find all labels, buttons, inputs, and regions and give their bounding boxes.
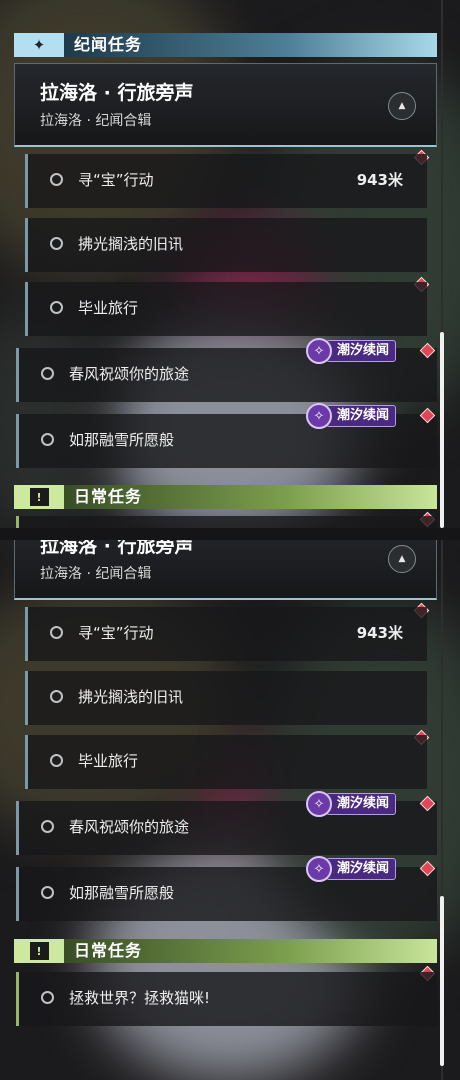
chapter-subtitle: 拉海洛 · 纪闻合辑 [40, 113, 152, 129]
status-circle-icon [50, 754, 63, 767]
status-circle-icon [50, 237, 63, 250]
quest-item-q3[interactable]: 毕业旅行 [25, 735, 427, 789]
quest-name: 拂光搁浅的旧讯 [78, 688, 184, 706]
tide-badge: ✧ 潮汐续闻 [306, 856, 404, 882]
tide-badge: ✧ 潮汐续闻 [306, 403, 404, 429]
status-circle-icon [41, 367, 54, 380]
quest-name: 寻“宝”行动 [78, 171, 154, 189]
status-circle-icon [50, 301, 63, 314]
daily-quest-item-d1[interactable]: 拯救世界？拯救猫咪! [16, 972, 437, 1026]
quest-name: 春风祝颂你的旅途 [69, 365, 190, 383]
daily-quest-item-d1[interactable] [16, 516, 437, 528]
status-circle-icon [41, 886, 54, 899]
exclamation-icon: ! [14, 485, 64, 509]
chapter-card[interactable]: 拉海洛 · 行旅旁声 拉海洛 · 纪闻合辑 ▲ [14, 63, 437, 147]
tide-badge: ✧ 潮汐续闻 [306, 338, 404, 364]
exclamation-icon: ! [14, 939, 64, 963]
collapse-arrow-icon[interactable]: ▲ [388, 545, 416, 573]
daily-section-header[interactable]: ! 日常任务 [14, 485, 437, 509]
quest-name: 如那融雪所愿般 [69, 431, 175, 449]
badge-label: 潮汐续闻 [326, 793, 397, 815]
quest-item-q1[interactable]: 寻“宝”行动 943米 [25, 154, 427, 208]
chapter-title: 拉海洛 · 行旅旁声 [40, 540, 194, 557]
quest-distance: 943米 [356, 624, 403, 642]
sparkle-icon: ✦ [14, 33, 64, 57]
quest-name: 拂光搁浅的旧讯 [78, 235, 184, 253]
quest-name: 如那融雪所愿般 [69, 884, 175, 902]
tide-swirl-icon: ✧ [306, 338, 332, 364]
scrollbar-thumb[interactable] [440, 332, 444, 528]
collapse-arrow-icon[interactable]: ▲ [388, 92, 416, 120]
tide-swirl-icon: ✧ [306, 856, 332, 882]
tide-swirl-icon: ✧ [306, 403, 332, 429]
story-section-header[interactable]: ✦ 纪闻任务 [14, 33, 437, 57]
tide-swirl-icon: ✧ [306, 791, 332, 817]
quest-name: 毕业旅行 [78, 752, 139, 770]
quest-item-q2[interactable]: 拂光搁浅的旧讯 [25, 218, 427, 272]
status-circle-icon [41, 820, 54, 833]
section-title: 日常任务 [74, 487, 143, 506]
status-circle-icon [50, 690, 63, 703]
quest-item-q3[interactable]: 毕业旅行 [25, 282, 427, 336]
quest-panel-top: ✦ 纪闻任务 拉海洛 · 行旅旁声 拉海洛 · 纪闻合辑 ▲ 寻“宝”行动 94… [0, 0, 460, 528]
quest-name: 拯救世界？拯救猫咪! [69, 989, 211, 1007]
quest-item-q1[interactable]: 寻“宝”行动 943米 [25, 607, 427, 661]
status-circle-icon [41, 991, 54, 1004]
quest-name: 春风祝颂你的旅途 [69, 818, 190, 836]
quest-item-q2[interactable]: 拂光搁浅的旧讯 [25, 671, 427, 725]
chapter-title: 拉海洛 · 行旅旁声 [40, 82, 194, 104]
status-circle-icon [41, 433, 54, 446]
daily-section-header[interactable]: ! 日常任务 [14, 939, 437, 963]
status-circle-icon [50, 626, 63, 639]
quest-name: 毕业旅行 [78, 299, 139, 317]
badge-label: 潮汐续闻 [326, 405, 397, 427]
quest-panel-bottom: 拉海洛 · 行旅旁声 拉海洛 · 纪闻合辑 ▲ 寻“宝”行动 943米 拂光搁浅… [0, 540, 460, 1080]
quest-name: 寻“宝”行动 [78, 624, 154, 642]
status-circle-icon [50, 173, 63, 186]
section-title: 纪闻任务 [74, 35, 143, 54]
badge-label: 潮汐续闻 [326, 858, 397, 880]
badge-label: 潮汐续闻 [326, 340, 397, 362]
chapter-subtitle: 拉海洛 · 纪闻合辑 [40, 566, 152, 582]
section-title: 日常任务 [74, 941, 143, 960]
quest-distance: 943米 [356, 171, 403, 189]
scrollbar-thumb[interactable] [440, 896, 444, 1066]
chapter-card[interactable]: 拉海洛 · 行旅旁声 拉海洛 · 纪闻合辑 ▲ [14, 540, 437, 600]
tide-badge: ✧ 潮汐续闻 [306, 791, 404, 817]
